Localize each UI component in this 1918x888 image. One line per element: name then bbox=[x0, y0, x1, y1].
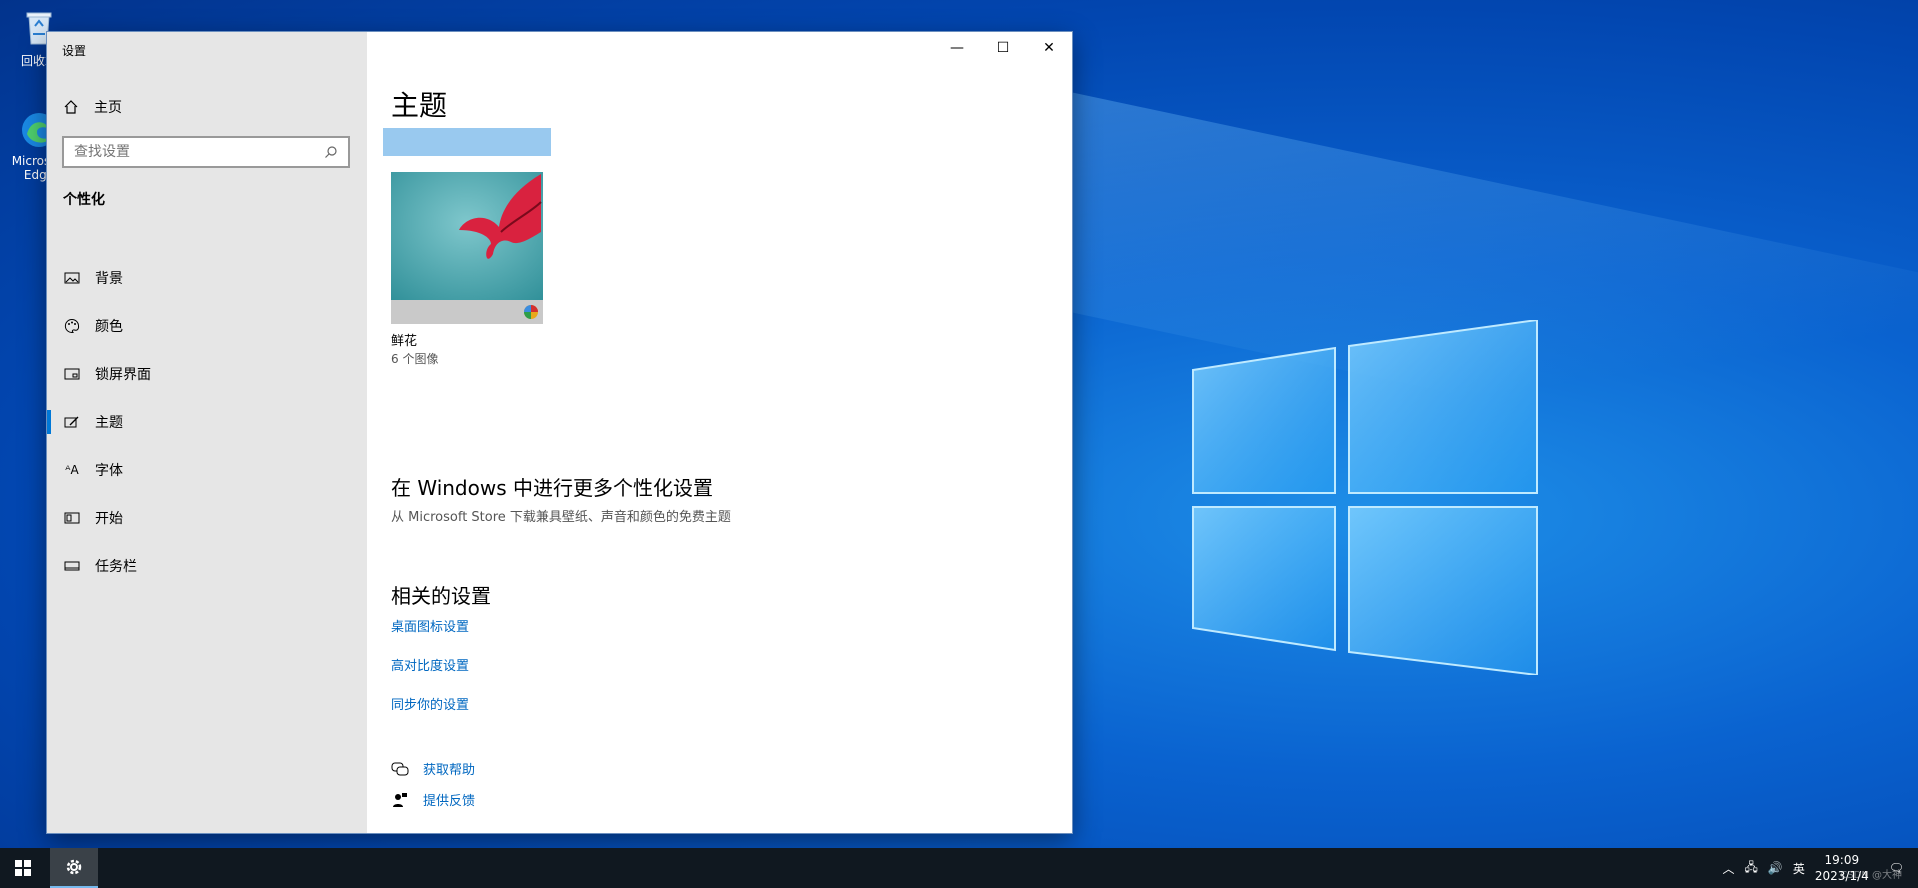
feedback-label: 提供反馈 bbox=[423, 794, 476, 809]
related-settings-title: 相关的设置 bbox=[391, 584, 491, 608]
theme-image-count: 6 个图像 bbox=[391, 352, 439, 366]
sync-settings-link[interactable]: 同步你的设置 bbox=[391, 694, 469, 713]
flower-thumbnail bbox=[391, 172, 543, 324]
sidebar-item-label: 主页 bbox=[94, 100, 122, 116]
sidebar-item-colors[interactable]: 颜色 bbox=[47, 302, 367, 350]
start-button[interactable] bbox=[0, 848, 46, 888]
theme-card-flowers[interactable] bbox=[391, 172, 543, 324]
font-icon: ᴬA bbox=[65, 463, 79, 477]
search-input[interactable] bbox=[74, 144, 304, 160]
search-icon[interactable] bbox=[324, 145, 338, 159]
sidebar-item-fonts[interactable]: ᴬA 字体 bbox=[47, 446, 367, 494]
sidebar-item-start[interactable]: 开始 bbox=[47, 494, 367, 542]
sidebar-item-label: 字体 bbox=[95, 463, 123, 479]
sidebar-item-label: 锁屏界面 bbox=[95, 367, 151, 383]
more-personalization-description: 从 Microsoft Store 下载兼具壁纸、声音和颜色的免费主题 bbox=[391, 510, 731, 525]
chevron-up-icon[interactable]: ︿ bbox=[1722, 860, 1734, 877]
sidebar-item-home[interactable]: 主页 bbox=[62, 92, 122, 122]
get-help-link[interactable]: 获取帮助 bbox=[391, 759, 475, 778]
sidebar-item-label: 主题 bbox=[95, 415, 123, 431]
sidebar-item-label: 任务栏 bbox=[95, 559, 137, 575]
page-title: 主题 bbox=[391, 89, 448, 122]
sidebar-item-background[interactable]: 背景 bbox=[47, 254, 367, 302]
taskbar-icon bbox=[63, 557, 81, 575]
palette-icon bbox=[63, 317, 81, 335]
sidebar-item-themes[interactable]: 主题 bbox=[47, 398, 367, 446]
watermark: CSDN @大神 bbox=[1840, 870, 1902, 881]
volume-icon[interactable]: 🔊 bbox=[1768, 861, 1783, 875]
sidebar-item-lock-screen[interactable]: 锁屏界面 bbox=[47, 350, 367, 398]
sidebar: 设置 主页 个性化 背景 bbox=[47, 32, 367, 833]
start-icon bbox=[63, 509, 81, 527]
search-box[interactable] bbox=[62, 136, 350, 168]
high-contrast-settings-link[interactable]: 高对比度设置 bbox=[391, 655, 469, 674]
sidebar-item-label: 开始 bbox=[95, 511, 123, 527]
taskbar-app-settings[interactable] bbox=[50, 848, 98, 888]
sidebar-section-heading: 个性化 bbox=[63, 192, 105, 208]
sidebar-item-label: 颜色 bbox=[95, 319, 123, 335]
get-help-label: 获取帮助 bbox=[423, 763, 476, 778]
main-content: 主题 鲜花 6 个图像 在 Windows 中进行更多个性化设置 从 Micro… bbox=[383, 32, 1072, 833]
desktop-icon-settings-link[interactable]: 桌面图标设置 bbox=[391, 616, 469, 635]
theme-name: 鲜花 bbox=[391, 334, 418, 349]
sidebar-nav: 背景 颜色 锁屏界面 主题 ᴬA 字体 开始 任务栏 bbox=[47, 254, 367, 590]
feedback-person-icon bbox=[391, 791, 409, 809]
sidebar-item-label: 背景 bbox=[95, 271, 123, 287]
taskbar: ︿ 🖧 🔊 英 19:09 2023/1/4 🗨 CSDN @大神 bbox=[0, 848, 1918, 888]
theme-icon bbox=[63, 413, 81, 431]
home-icon bbox=[62, 98, 80, 116]
sidebar-item-taskbar[interactable]: 任务栏 bbox=[47, 542, 367, 590]
ime-indicator[interactable]: 英 bbox=[1793, 860, 1805, 877]
theme-selection-bar bbox=[383, 128, 551, 156]
settings-window: 设置 主页 个性化 背景 bbox=[47, 32, 1072, 833]
more-personalization-title: 在 Windows 中进行更多个性化设置 bbox=[391, 476, 713, 500]
feedback-link[interactable]: 提供反馈 bbox=[391, 790, 475, 809]
windows-logo-wallpaper bbox=[1192, 320, 1538, 675]
network-icon[interactable]: 🖧 bbox=[1745, 858, 1758, 879]
window-title: 设置 bbox=[62, 44, 87, 58]
windows-start-icon bbox=[15, 860, 31, 876]
lock-screen-icon bbox=[63, 365, 81, 383]
chat-help-icon bbox=[391, 760, 409, 778]
gear-icon bbox=[66, 859, 82, 875]
image-icon bbox=[63, 269, 81, 287]
